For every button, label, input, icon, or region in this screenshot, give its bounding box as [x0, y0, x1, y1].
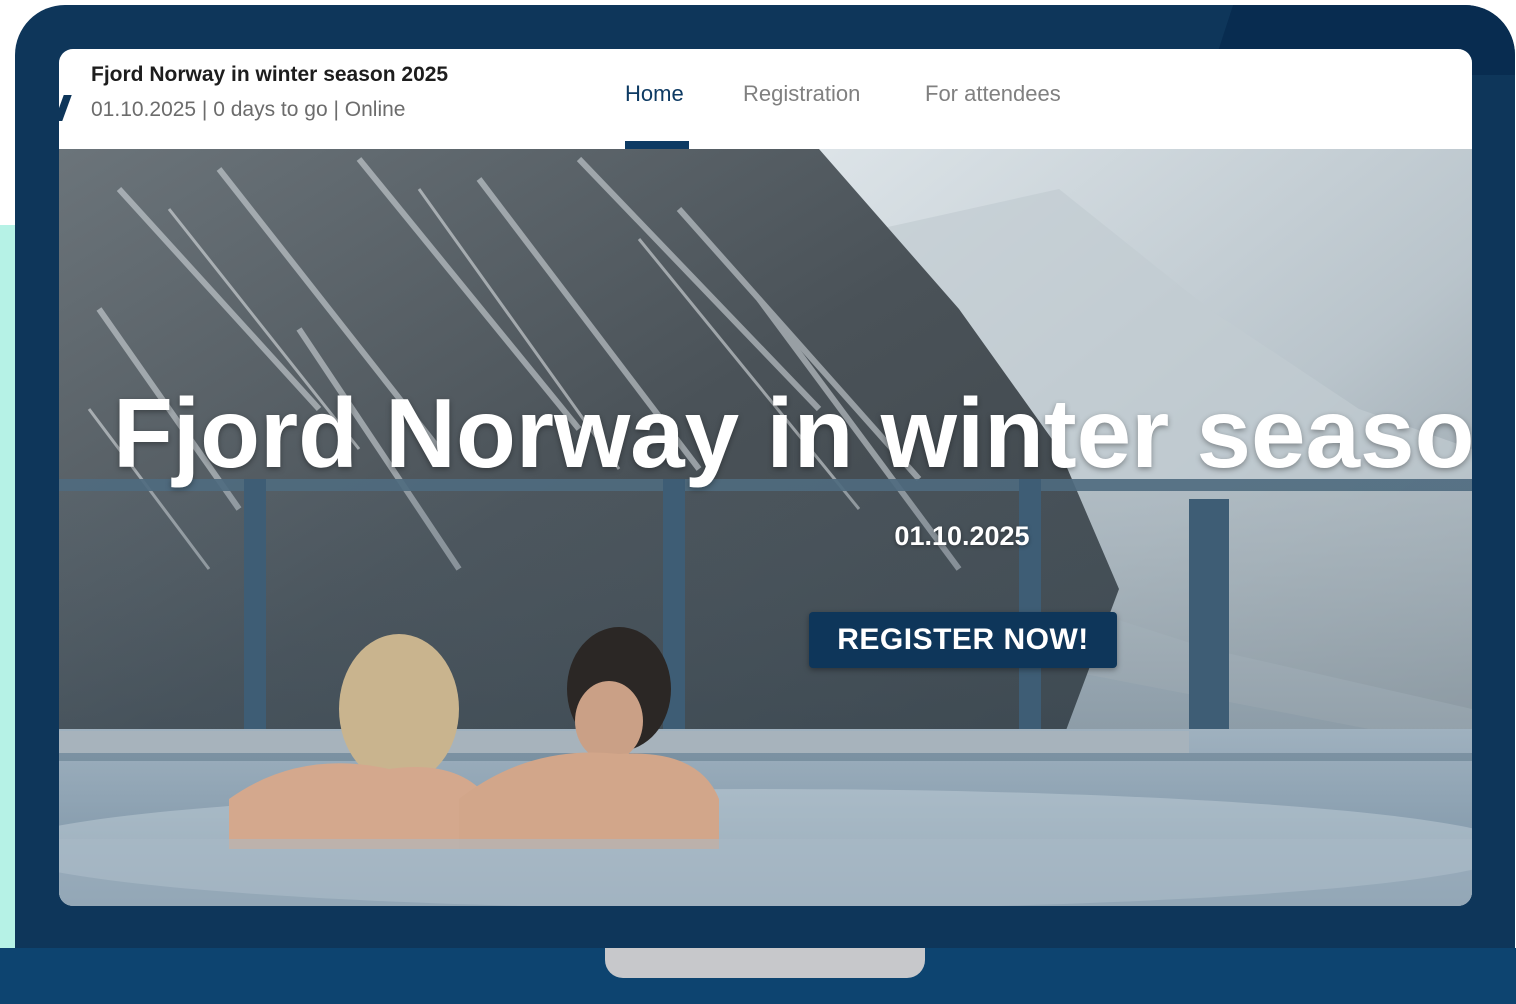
laptop-screen: Fjord Norway in winter season 2025 01.10… [59, 49, 1472, 906]
hero-date: 01.10.2025 [894, 521, 1030, 551]
tab-for-attendees[interactable]: For attendees [925, 81, 1061, 107]
event-meta: 01.10.2025 | 0 days to go | Online [91, 98, 406, 121]
register-now-button[interactable]: REGISTER NOW! [809, 612, 1117, 668]
event-title: Fjord Norway in winter season 2025 [91, 63, 449, 86]
top-navbar: Fjord Norway in winter season 2025 01.10… [59, 49, 1472, 149]
hero-date-container: 01.10.2025 [59, 149, 1472, 906]
laptop-notch [605, 948, 925, 978]
logo-icon [59, 95, 72, 121]
hero-banner: Fjord Norway in winter season 2025 01.10… [59, 149, 1472, 906]
tab-home[interactable]: Home [625, 81, 684, 107]
tab-registration[interactable]: Registration [743, 81, 860, 107]
active-tab-indicator [625, 141, 689, 149]
